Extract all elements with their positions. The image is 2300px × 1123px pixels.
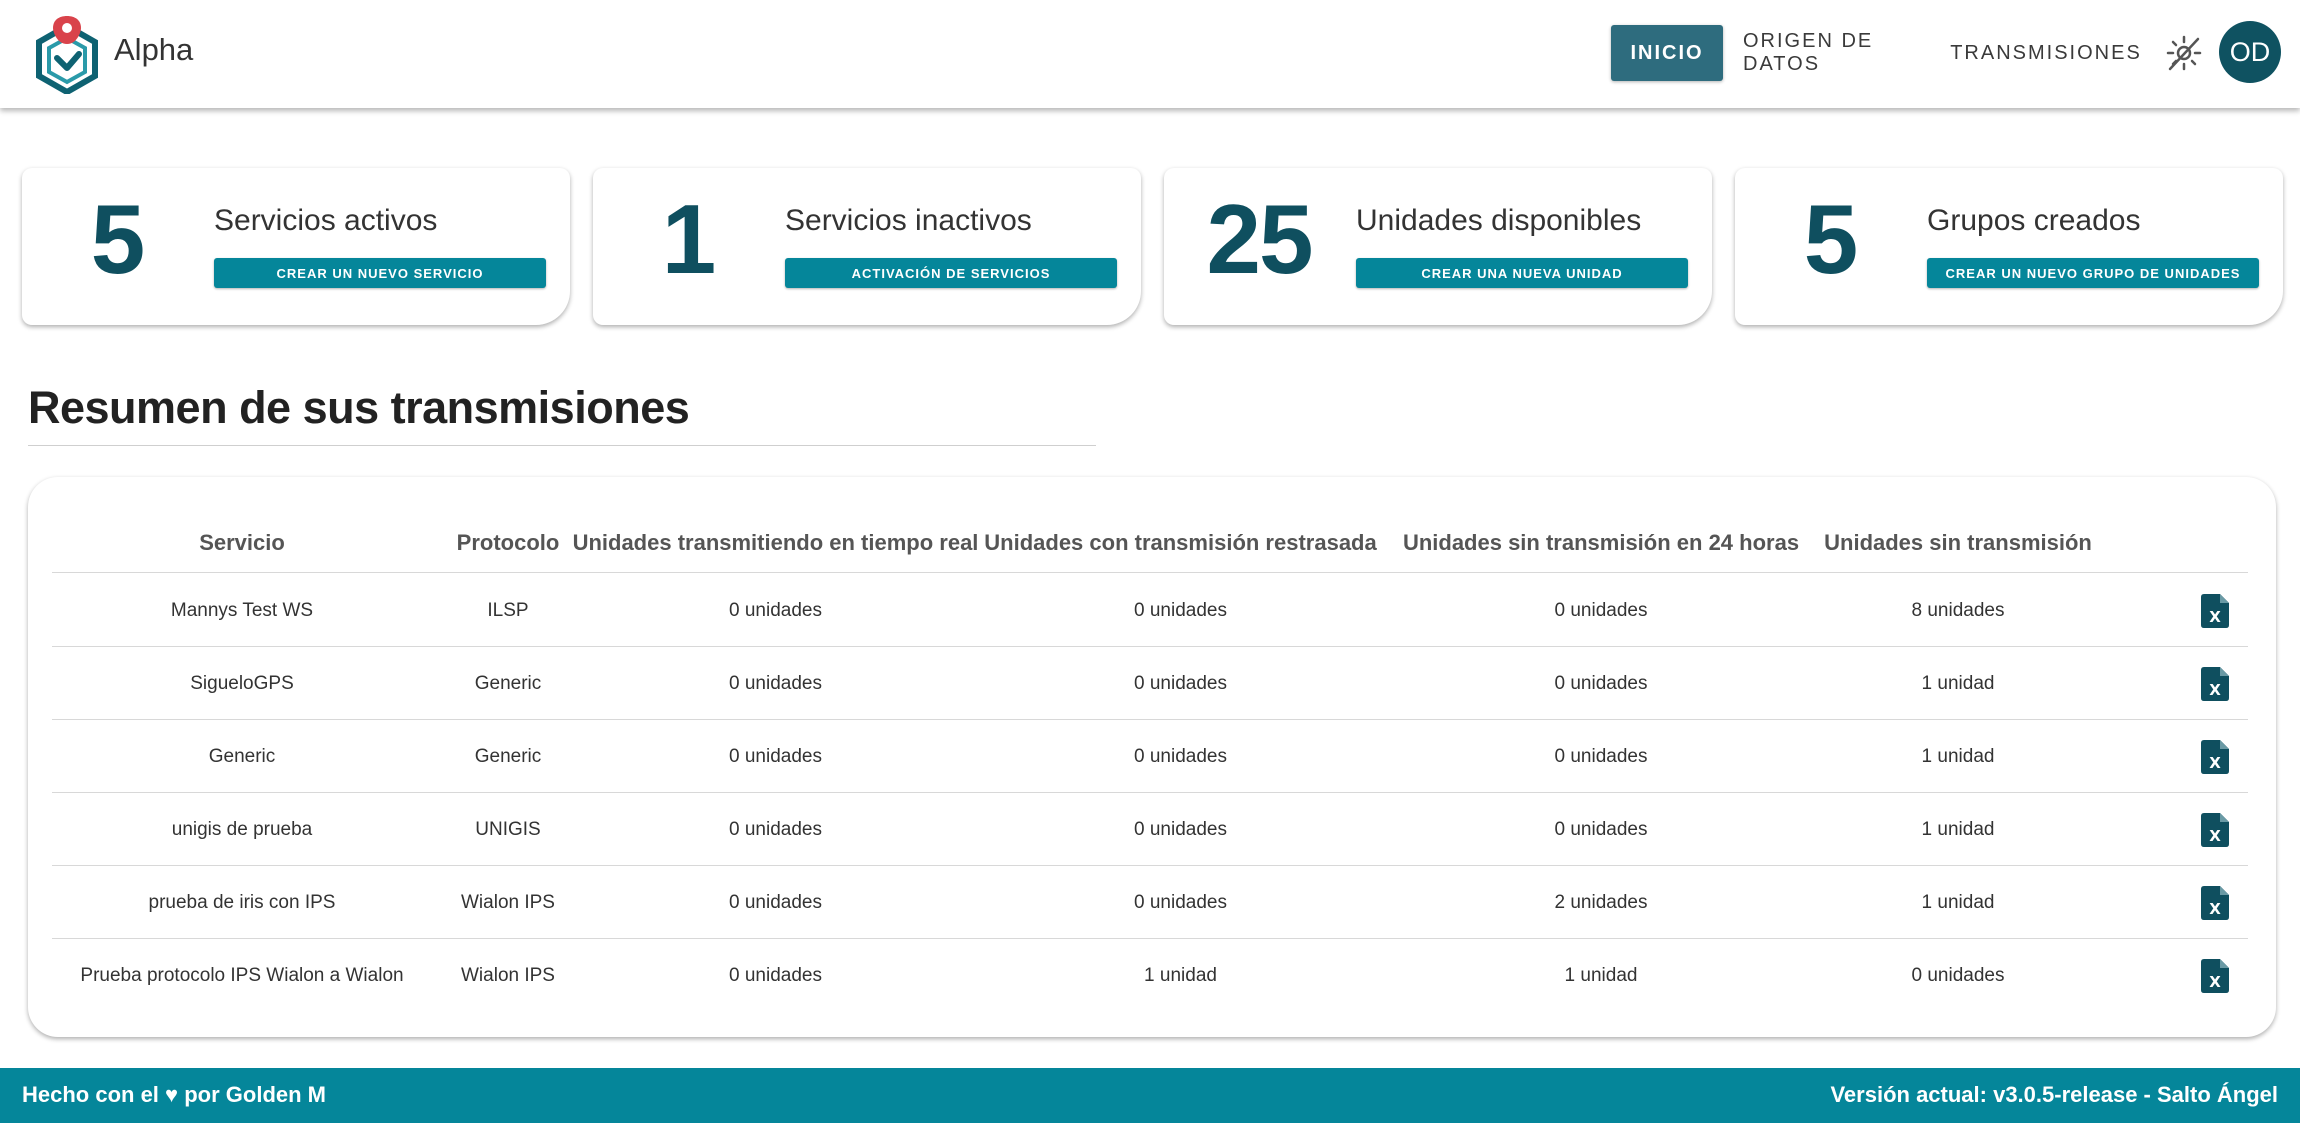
excel-export-icon[interactable]: X <box>2193 647 2237 720</box>
svg-text:X: X <box>2209 608 2221 626</box>
cell-sin-transmision: 1 unidad <box>1921 672 1995 694</box>
column-header-servicio[interactable]: Servicio <box>52 513 432 573</box>
cell-restrasada: 0 unidades <box>1134 745 1227 767</box>
nav-inicio[interactable]: INICIO <box>1611 25 1723 81</box>
cell-restrasada: 0 unidades <box>1134 599 1227 621</box>
cell-sin-24-horas: 2 unidades <box>1554 891 1648 913</box>
cell-restrasada: 1 unidad <box>1144 964 1217 986</box>
cell-servicio: unigis de prueba <box>171 818 313 840</box>
excel-export-icon[interactable]: X <box>2193 866 2237 939</box>
nav-origen-de-datos[interactable]: ORIGEN DE DATOS <box>1743 25 1927 81</box>
column-header-sin-transmision[interactable]: Unidades sin transmisión <box>1808 513 2108 573</box>
cell-tiempo-real: 0 unidades <box>729 672 822 694</box>
card-grupos-creados: 5 Grupos creados CREAR UN NUEVO GRUPO DE… <box>1735 168 2283 325</box>
cell-servicio: prueba de iris con IPS <box>148 891 336 913</box>
top-navbar: Alpha INICIO ORIGEN DE DATOS TRANSMISION… <box>0 0 2300 108</box>
footer-credits: Hecho con el ♥ por Golden M <box>22 1082 326 1108</box>
transmissions-table: Servicio Protocolo Unidades transmitiend… <box>28 477 2276 1037</box>
card-label: Grupos creados <box>1927 204 2141 237</box>
cell-protocolo: Wialon IPS <box>461 964 555 986</box>
footer-credits-prefix: Hecho con el <box>22 1082 159 1107</box>
section-title: Resumen de sus transmisiones <box>28 382 690 433</box>
cell-sin-24-horas: 0 unidades <box>1554 818 1648 840</box>
cell-protocolo: Generic <box>474 672 542 694</box>
nav-transmisiones[interactable]: TRANSMISIONES <box>1950 25 2140 81</box>
column-header-protocolo[interactable]: Protocolo <box>432 513 584 573</box>
column-header-sin-24-horas[interactable]: Unidades sin transmisión en 24 horas <box>1394 513 1808 573</box>
footer-version: Versión actual: v3.0.5-release - Salto Á… <box>1830 1082 2278 1107</box>
cell-tiempo-real: 0 unidades <box>729 745 822 767</box>
cell-protocolo: Generic <box>474 745 542 767</box>
create-unit-group-button[interactable]: CREAR UN NUEVO GRUPO DE UNIDADES <box>1927 258 2259 288</box>
cell-tiempo-real: 0 unidades <box>729 964 822 986</box>
excel-export-icon[interactable]: X <box>2193 793 2237 866</box>
table-row: Prueba protocolo IPS Wialon a Wialon Wia… <box>52 939 2248 1012</box>
cell-servicio: Generic <box>208 745 276 767</box>
excel-export-icon[interactable]: X <box>2193 939 2237 1012</box>
cell-sin-24-horas: 0 unidades <box>1554 599 1648 621</box>
app-title: Alpha <box>114 32 194 67</box>
cell-sin-transmision: 1 unidad <box>1921 818 1995 840</box>
svg-text:X: X <box>2209 754 2221 772</box>
excel-export-icon[interactable]: X <box>2193 720 2237 793</box>
card-label: Servicios activos <box>214 204 438 237</box>
heart-icon: ♥ <box>165 1082 179 1107</box>
card-value: 5 <box>1803 184 1859 294</box>
cell-sin-transmision: 1 unidad <box>1921 745 1995 767</box>
footer: Hecho con el ♥ por Golden M Versión actu… <box>0 1068 2300 1123</box>
card-label: Unidades disponibles <box>1356 204 1642 237</box>
card-servicios-inactivos: 1 Servicios inactivos ACTIVACIÓN DE SERV… <box>593 168 1141 325</box>
cell-sin-transmision: 1 unidad <box>1921 891 1995 913</box>
card-value: 5 <box>90 184 146 294</box>
cell-restrasada: 0 unidades <box>1134 818 1227 840</box>
section-divider <box>28 445 1096 446</box>
cell-sin-transmision: 0 unidades <box>1911 964 2005 986</box>
cell-sin-24-horas: 0 unidades <box>1554 745 1648 767</box>
cell-tiempo-real: 0 unidades <box>729 891 822 913</box>
excel-export-icon[interactable]: X <box>2193 574 2237 647</box>
table-header-row: Servicio Protocolo Unidades transmitiend… <box>52 513 2248 573</box>
cell-servicio: Mannys Test WS <box>170 599 314 621</box>
cell-sin-24-horas: 0 unidades <box>1554 672 1648 694</box>
card-value: 1 <box>661 184 717 294</box>
svg-text:X: X <box>2209 973 2221 991</box>
cell-restrasada: 0 unidades <box>1134 672 1227 694</box>
card-label: Servicios inactivos <box>785 204 1032 237</box>
alpha-logo[interactable] <box>33 14 101 94</box>
footer-credits-suffix: por Golden M <box>184 1082 326 1107</box>
cell-sin-24-horas: 1 unidad <box>1564 964 1638 986</box>
cell-restrasada: 0 unidades <box>1134 891 1227 913</box>
card-unidades-disponibles: 25 Unidades disponibles CREAR UNA NUEVA … <box>1164 168 1712 325</box>
user-avatar[interactable]: OD <box>2219 21 2281 83</box>
svg-text:X: X <box>2209 681 2221 699</box>
card-value: 25 <box>1206 184 1313 294</box>
table-row: Generic Generic 0 unidades 0 unidades 0 … <box>52 720 2248 793</box>
table-row: Mannys Test WS ILSP 0 unidades 0 unidade… <box>52 574 2248 647</box>
cell-sin-transmision: 8 unidades <box>1911 599 2005 621</box>
cell-servicio: SigueloGPS <box>190 672 294 694</box>
table-row: unigis de prueba UNIGIS 0 unidades 0 uni… <box>52 793 2248 866</box>
table-row: SigueloGPS Generic 0 unidades 0 unidades… <box>52 647 2248 720</box>
cell-servicio: Prueba protocolo IPS Wialon a Wialon <box>80 964 404 986</box>
card-servicios-activos: 5 Servicios activos CREAR UN NUEVO SERVI… <box>22 168 570 325</box>
svg-text:X: X <box>2209 900 2221 918</box>
table-row: prueba de iris con IPS Wialon IPS 0 unid… <box>52 866 2248 939</box>
cell-tiempo-real: 0 unidades <box>729 599 822 621</box>
create-unit-button[interactable]: CREAR UNA NUEVA UNIDAD <box>1356 258 1688 288</box>
create-service-button[interactable]: CREAR UN NUEVO SERVICIO <box>214 258 546 288</box>
cell-protocolo: Wialon IPS <box>461 891 555 913</box>
column-header-restrasada[interactable]: Unidades con transmisión restrasada <box>967 513 1394 573</box>
theme-toggle-icon[interactable] <box>2164 33 2204 73</box>
cell-protocolo: ILSP <box>487 599 529 621</box>
column-header-tiempo-real[interactable]: Unidades transmitiendo en tiempo real <box>573 513 979 573</box>
cell-tiempo-real: 0 unidades <box>729 818 822 840</box>
svg-text:X: X <box>2209 827 2221 845</box>
cell-protocolo: UNIGIS <box>475 818 541 840</box>
activate-services-button[interactable]: ACTIVACIÓN DE SERVICIOS <box>785 258 1117 288</box>
